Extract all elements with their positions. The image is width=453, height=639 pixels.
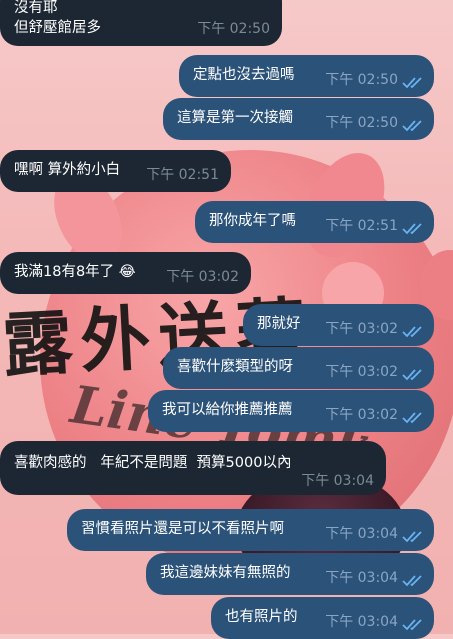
message-time: 下午 03:04: [301, 473, 374, 489]
message-time: 下午 02:50: [325, 72, 398, 88]
message-text: 沒有耶 但舒壓館居多: [14, 0, 101, 36]
message-text: 這算是第一次接觸: [177, 110, 293, 126]
message-bubble-outgoing[interactable]: 習慣看照片還是可以不看照片啊 下午 03:04: [67, 509, 434, 551]
message-text: 也有照片的: [225, 609, 298, 625]
read-double-check-icon: [402, 531, 422, 543]
message-time: 下午 03:04: [325, 614, 398, 630]
message-time: 下午 03:02: [166, 269, 239, 285]
message-text: 喜歡什麽類型的呀: [177, 359, 293, 375]
read-double-check-icon: [402, 369, 422, 381]
message-text: 那你成年了嗎: [209, 213, 296, 229]
message-text: 習慣看照片還是可以不看照片啊: [81, 521, 284, 537]
message-time: 下午 03:04: [325, 526, 398, 542]
message-time: 下午 02:50: [325, 115, 398, 131]
message-bubble-outgoing[interactable]: 這算是第一次接觸 下午 02:50: [163, 98, 434, 140]
message-text: 定點也沒去過嗎: [193, 67, 295, 83]
message-time: 下午 03:02: [325, 407, 398, 423]
message-bubble-outgoing[interactable]: 那就好 下午 03:02: [243, 304, 434, 346]
message-time: 下午 03:02: [325, 364, 398, 380]
message-text: 那就好: [257, 316, 301, 332]
message-bubble-outgoing[interactable]: 我可以給你推薦推薦 下午 03:02: [148, 390, 434, 432]
read-double-check-icon: [402, 619, 422, 631]
message-bubble-incoming[interactable]: 我滿18有8年了 😂 下午 03:02: [0, 252, 251, 294]
message-text: 喜歡肉感的 年紀不是問題 預算5000以內: [14, 455, 292, 471]
message-bubble-outgoing[interactable]: 我這邊妹妹有無照的 下午 03:04: [146, 553, 434, 595]
read-double-check-icon: [402, 120, 422, 132]
message-text: 我可以給你推薦推薦: [162, 402, 293, 418]
message-time: 下午 03:02: [325, 321, 398, 337]
message-time: 下午 02:51: [146, 167, 219, 183]
message-bubble-incoming[interactable]: 嘿啊 算外約小白 下午 02:51: [0, 150, 231, 192]
read-double-check-icon: [402, 412, 422, 424]
message-bubble-outgoing[interactable]: 定點也沒去過嗎 下午 02:50: [179, 55, 434, 97]
message-bubble-outgoing[interactable]: 也有照片的 下午 03:04: [211, 597, 434, 639]
read-double-check-icon: [402, 77, 422, 89]
read-double-check-icon: [402, 326, 422, 338]
message-text: 我這邊妹妹有無照的: [160, 565, 291, 581]
message-bubble-incoming[interactable]: 沒有耶 但舒壓館居多 下午 02:50: [0, 0, 282, 46]
read-double-check-icon: [402, 223, 422, 235]
message-time: 下午 02:51: [325, 218, 398, 234]
message-bubble-outgoing[interactable]: 喜歡什麽類型的呀 下午 03:02: [163, 347, 434, 389]
message-time: 下午 03:04: [325, 570, 398, 586]
message-text: 嘿啊 算外約小白: [14, 162, 121, 178]
message-bubble-incoming[interactable]: 喜歡肉感的 年紀不是問題 預算5000以內 下午 03:04: [0, 441, 386, 495]
read-double-check-icon: [402, 575, 422, 587]
message-text: 我滿18有8年了 😂: [14, 264, 136, 280]
message-time: 下午 02:50: [197, 21, 270, 37]
message-bubble-outgoing[interactable]: 那你成年了嗎 下午 02:51: [195, 201, 434, 243]
